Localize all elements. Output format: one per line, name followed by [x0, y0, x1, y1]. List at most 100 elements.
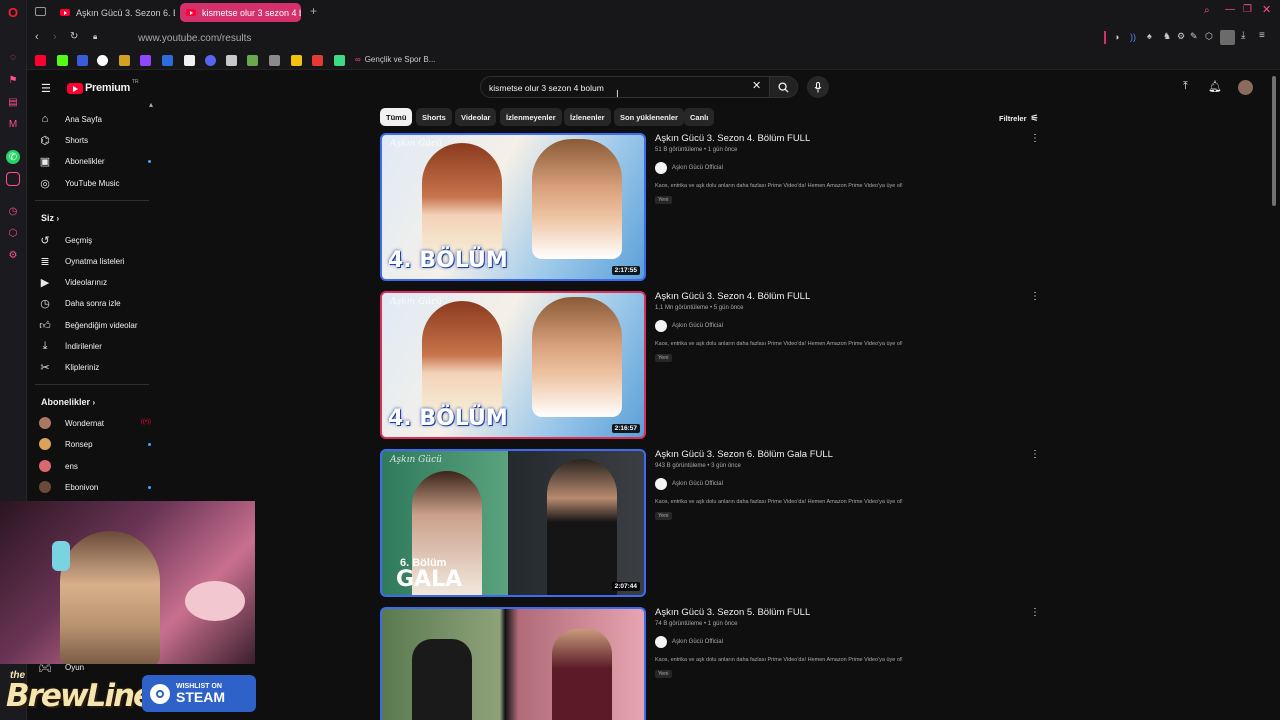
download-browser-icon[interactable]: ⤓ [1241, 30, 1245, 41]
sidebar-collapse-icon[interactable]: ▴ [149, 100, 153, 109]
puzzle-icon[interactable]: ⬡ [1205, 31, 1213, 42]
instagram-icon[interactable] [6, 172, 20, 186]
sidebar-item-downloads[interactable]: ⤓ İndirilenler [39, 336, 151, 356]
channel-link[interactable]: Aşkın Gücü Official [655, 478, 723, 490]
video-thumbnail[interactable]: Aşkın Gücü 4. BÖLÜM 2:16:57 [380, 291, 646, 439]
adblock-icon[interactable]: ◑ [1114, 32, 1119, 42]
video-thumbnail[interactable]: Aşkın Gücü 4. BÖLÜM 2:17:55 [380, 133, 646, 281]
extensions-icon[interactable]: ⬡ [6, 226, 20, 240]
extension-b-icon[interactable]: ♞ [1163, 31, 1171, 42]
bookmark-g-icon[interactable] [312, 55, 323, 66]
more-options-icon[interactable]: ⋮ [1030, 133, 1040, 144]
bookmark-discord-icon[interactable] [205, 55, 216, 66]
search-input[interactable]: kismetse olur 3 sezon 4 bolum [480, 76, 770, 98]
chip-live[interactable]: Canlı [684, 108, 715, 126]
video-result[interactable]: Aşkın Gücü 3. Sezon 5. Bölüm FULL 74 B g… [380, 607, 1040, 720]
chip-watched[interactable]: İzlenenler [564, 108, 611, 126]
close-window-icon[interactable]: ✕ [1262, 3, 1271, 16]
channel-link[interactable]: Aşkın Gücü Official [655, 636, 723, 648]
opera-logo-icon[interactable]: O [6, 5, 20, 20]
bookmark-f-icon[interactable] [291, 55, 302, 66]
bookmark-a-icon[interactable] [97, 55, 108, 66]
bookmark-c-icon[interactable] [226, 55, 237, 66]
video-title[interactable]: Aşkın Gücü 3. Sezon 6. Bölüm Gala FULL [655, 449, 833, 460]
video-result[interactable]: Aşkın Gücü 4. BÖLÜM 2:17:55 Aşkın Gücü 3… [380, 133, 1040, 281]
bookmark-b-icon[interactable] [119, 55, 130, 66]
account-avatar[interactable] [1238, 80, 1253, 95]
sidebar-item-your-videos[interactable]: ▶ Videolarınız [39, 272, 151, 292]
chip-videos[interactable]: Videolar [455, 108, 497, 126]
video-thumbnail[interactable]: Aşkın Gücü 6. Bölüm GALA 2:07:44 [380, 449, 646, 597]
sidebar-sub-ens[interactable]: ens [39, 456, 151, 476]
video-result[interactable]: Aşkın Gücü 4. BÖLÜM 2:16:57 Aşkın Gücü 3… [380, 291, 1040, 439]
chip-recent[interactable]: Son yüklenenler [614, 108, 684, 126]
sidebar-item-home[interactable]: ⌂ Ana Sayfa [39, 109, 151, 129]
bookmark-e-icon[interactable] [269, 55, 280, 66]
sidebar-subs-header[interactable]: Abonelikler › [41, 397, 95, 407]
bookmark-d-icon[interactable] [247, 55, 258, 66]
whatsapp-icon[interactable]: ✆ [6, 150, 20, 164]
search-button[interactable] [770, 76, 798, 98]
messenger-icon[interactable]: M [6, 117, 20, 131]
minimize-icon[interactable]: — [1225, 4, 1235, 15]
bookmark-kick-icon[interactable] [57, 55, 68, 66]
pen-icon[interactable]: ✎ [1190, 31, 1198, 42]
bookmark-folder[interactable]: ∞ Gençlik ve Spor B... [355, 55, 435, 64]
clear-search-icon[interactable]: ✕ [752, 79, 761, 92]
settings-icon[interactable]: ⚙ [6, 248, 20, 262]
bookmark-gif-icon[interactable] [162, 55, 173, 66]
url-field[interactable]: www.youtube.com/results [138, 33, 251, 44]
search-tabs-icon[interactable]: ⌕ [1204, 5, 1210, 16]
maximize-icon[interactable]: ❐ [1243, 4, 1252, 15]
history-clock-icon[interactable]: ◷ [6, 204, 20, 218]
chip-shorts[interactable]: Shorts [416, 108, 452, 126]
youtube-logo[interactable]: Premium TR [67, 79, 139, 94]
sidebar-item-subscriptions[interactable]: ▣ Abonelikler [39, 151, 151, 171]
new-tab-icon[interactable]: + [310, 4, 317, 18]
upload-icon[interactable]: ⤒ [1183, 80, 1188, 93]
bookmark-shield-icon[interactable] [77, 55, 88, 66]
video-thumbnail[interactable] [380, 607, 646, 720]
sidebar-sub-ebonivon[interactable]: Ebonivon [39, 477, 151, 497]
sidebar-item-watch-later[interactable]: ◷ Daha sonra izle [39, 293, 151, 313]
aria-icon[interactable]: ◌ [6, 50, 20, 64]
video-title[interactable]: Aşkın Gücü 3. Sezon 4. Bölüm FULL [655, 133, 810, 144]
back-icon[interactable]: ‹ [35, 31, 39, 43]
extension-a-icon[interactable]: ♠ [1147, 31, 1152, 41]
sidebar-item-music[interactable]: ◎ YouTube Music [39, 173, 151, 193]
forward-icon[interactable]: › [53, 31, 57, 43]
channel-link[interactable]: Aşkın Gücü Official [655, 162, 723, 174]
sidebar-sub-wondernat[interactable]: Wondernat ((•)) [39, 413, 151, 433]
chip-all[interactable]: Tümü [380, 108, 413, 126]
bookmark-doc-icon[interactable] [184, 55, 195, 66]
more-options-icon[interactable]: ⋮ [1030, 449, 1040, 460]
menu-icon[interactable]: ≡ [1259, 30, 1265, 41]
tab-kismetse-olur[interactable]: kismetse olur 3 sezon 4 b [180, 3, 301, 22]
bookmark-twitch-icon[interactable] [140, 55, 151, 66]
bookmark-icon[interactable]: ▤ [6, 95, 20, 109]
tab-askin-gucu[interactable]: Aşkın Gücü 3. Sezon 6. B [54, 3, 175, 22]
video-title[interactable]: Aşkın Gücü 3. Sezon 5. Bölüm FULL [655, 607, 810, 618]
hamburger-menu-icon[interactable]: ☰ [41, 82, 51, 95]
sidebar-item-liked[interactable]: 👍︎ Beğendiğim videolar [39, 315, 151, 335]
extension-c-icon[interactable]: ⚙ [1177, 31, 1185, 42]
profile-icon[interactable] [1220, 30, 1235, 45]
sidebar-you-header[interactable]: Siz › [41, 213, 59, 223]
notifications-bell-icon[interactable]: 🔔︎ [1208, 80, 1222, 93]
bookmark-android-icon[interactable] [334, 55, 345, 66]
sidebar-sub-ronsep[interactable]: Ronsep [39, 434, 151, 454]
reload-icon[interactable]: ↻ [70, 31, 78, 42]
video-result[interactable]: Aşkın Gücü 6. Bölüm GALA 2:07:44 Aşkın G… [380, 449, 1040, 597]
more-options-icon[interactable]: ⋮ [1030, 607, 1040, 618]
sidebar-item-playlists[interactable]: ≣ Oynatma listeleri [39, 251, 151, 271]
page-scrollbar[interactable] [1272, 76, 1276, 206]
channel-link[interactable]: Aşkın Gücü Official [655, 320, 723, 332]
sidebar-item-clips[interactable]: ✂ Klipleriniz [39, 357, 151, 377]
chip-unwatched[interactable]: İzlenmeyenler [500, 108, 562, 126]
tab-island-icon[interactable] [35, 7, 46, 16]
filters-button[interactable]: Filtreler ⚟ [999, 113, 1039, 124]
vpn-icon[interactable]: )) [1130, 32, 1136, 42]
video-title[interactable]: Aşkın Gücü 3. Sezon 4. Bölüm FULL [655, 291, 810, 302]
voice-search-button[interactable] [807, 76, 829, 98]
more-options-icon[interactable]: ⋮ [1030, 291, 1040, 302]
